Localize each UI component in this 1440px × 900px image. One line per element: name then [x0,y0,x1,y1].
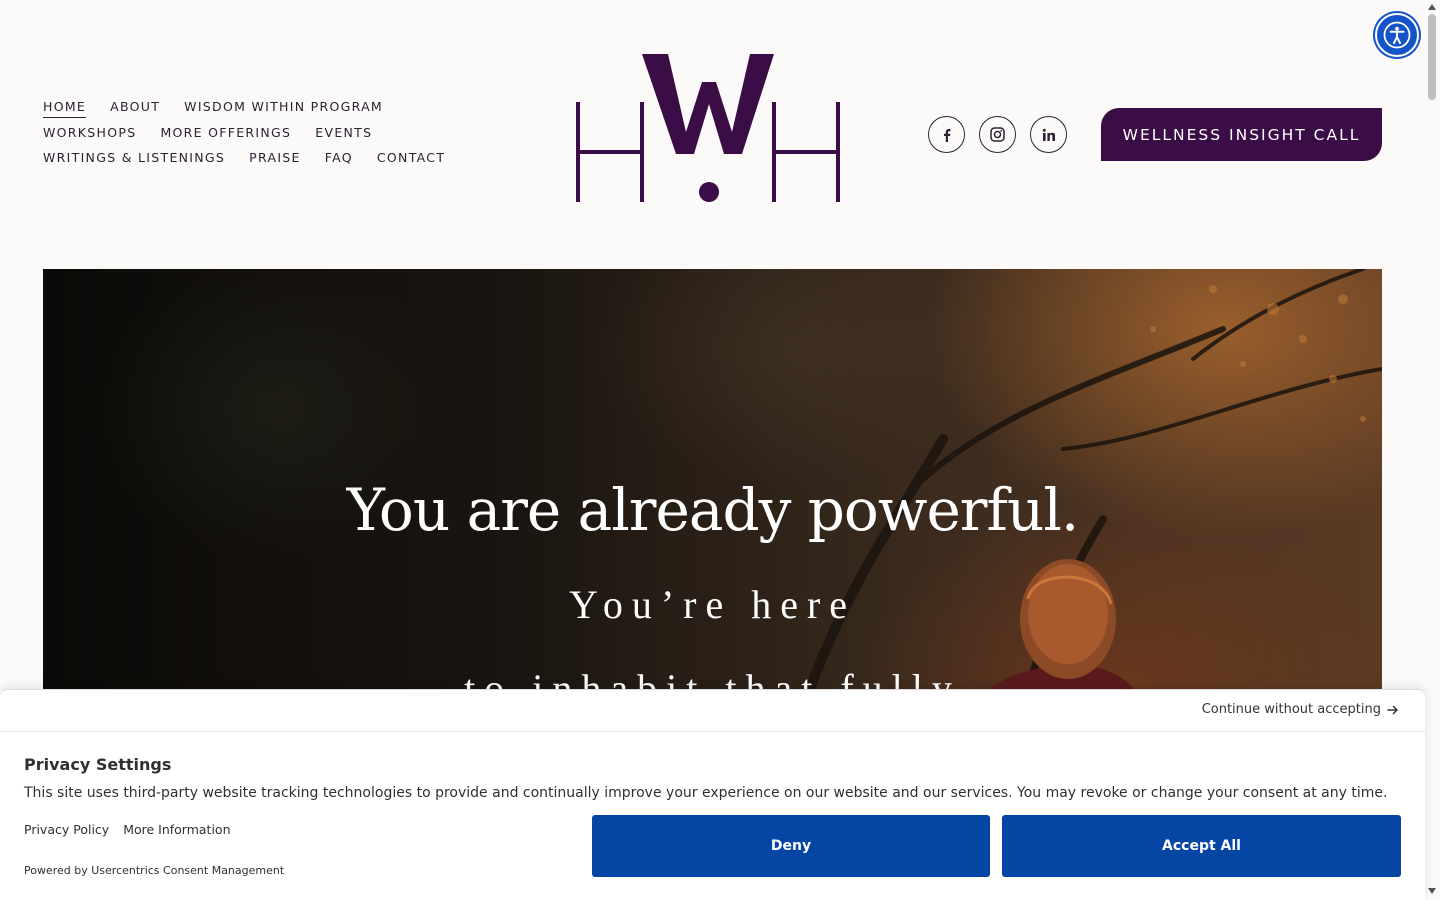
nav-link-wisdom-within-program[interactable]: WISDOM WITHIN PROGRAM [184,99,383,118]
scroll-up-arrow-icon[interactable] [1428,4,1436,10]
instagram-link[interactable] [979,116,1016,153]
facebook-icon [943,128,950,142]
hero-title: You are already powerful. [346,476,1080,544]
nav-link-home[interactable]: HOME [43,99,87,118]
accept-all-button[interactable]: Accept All [1002,815,1401,877]
privacy-consent-banner: Continue without accepting Privacy Setti… [0,689,1425,900]
powered-by-text: Powered by Usercentrics Consent Manageme… [24,864,285,877]
hero-section: You are already powerful. You’re here to… [43,269,1382,709]
privacy-policy-link[interactable]: Privacy Policy [24,822,109,837]
continue-without-accepting-button[interactable]: Continue without accepting [1202,702,1399,717]
instagram-icon [990,127,1005,142]
nav-link-workshops[interactable]: WORKSHOPS [43,125,136,143]
main-navigation: HOME ABOUT WISDOM WITHIN PROGRAM WORKSHO… [43,99,463,168]
accessibility-button[interactable] [1375,13,1419,57]
consent-banner-header: Continue without accepting [0,690,1425,732]
deny-button[interactable]: Deny [592,815,990,877]
arrow-right-icon [1387,705,1398,714]
facebook-link[interactable] [928,116,965,153]
nav-link-more-offerings[interactable]: MORE OFFERINGS [160,125,291,143]
hwh-logo-mark [576,54,840,202]
wellness-insight-call-button[interactable]: WELLNESS INSIGHT CALL [1101,108,1382,161]
consent-links: Privacy Policy More Information [24,822,231,837]
linkedin-icon [1042,128,1055,141]
linkedin-link[interactable] [1030,116,1067,153]
nav-link-about[interactable]: ABOUT [110,99,160,118]
nav-row-1: HOME ABOUT WISDOM WITHIN PROGRAM [43,99,463,118]
nav-link-praise[interactable]: PRAISE [249,150,301,168]
scroll-thumb[interactable] [1428,14,1436,100]
consent-description: This site uses third-party website track… [24,785,1388,801]
nav-row-3: WRITINGS & LISTENINGS PRAISE FAQ CONTACT [43,150,463,168]
continue-without-accepting-label: Continue without accepting [1201,702,1381,717]
scroll-down-arrow-icon[interactable] [1428,888,1436,894]
nav-row-2: WORKSHOPS MORE OFFERINGS EVENTS [43,125,463,143]
page-scrollbar[interactable] [1425,0,1440,900]
consent-title: Privacy Settings [24,755,172,774]
nav-link-events[interactable]: EVENTS [315,125,372,143]
nav-link-contact[interactable]: CONTACT [377,150,445,168]
site-logo[interactable] [576,52,842,204]
nav-link-faq[interactable]: FAQ [325,150,353,168]
social-links [928,116,1067,153]
hero-subtitle-line-1: You’re here [568,582,857,627]
accessibility-icon [1383,21,1411,49]
nav-link-writings-listenings[interactable]: WRITINGS & LISTENINGS [43,150,225,168]
more-information-link[interactable]: More Information [123,822,230,837]
